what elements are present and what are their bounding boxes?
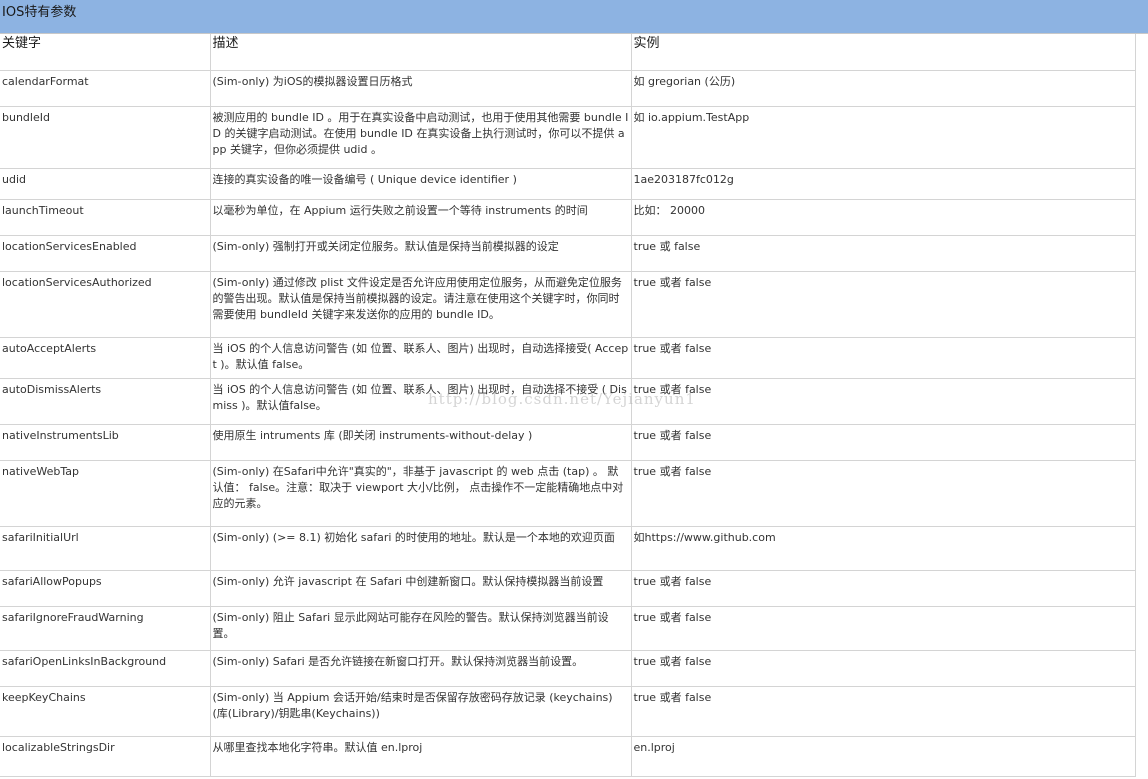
cell-description: (Sim-only) 通过修改 plist 文件设定是否允许应用使用定位服务，从… [210,271,632,338]
cell-description: (Sim-only) 允许 javascript 在 Safari 中创建新窗口… [210,570,632,607]
cell-keyword: keepKeyChains [0,686,211,737]
cell-keyword: safariOpenLinksInBackground [0,650,211,687]
column-header-description: 描述 [210,34,632,71]
cell-example: 比如： 20000 [631,199,1136,236]
cell-keyword: udid [0,168,211,200]
column-header-keyword: 关键字 [0,34,211,71]
table-header-row: 关键字 描述 实例 [0,34,1136,71]
table-row: locationServicesEnabled (Sim-only) 强制打开或关… [0,235,1136,272]
cell-description: (Sim-only) 当 Appium 会话开始/结束时是否保留存放密码存放记录… [210,686,632,737]
cell-example: 1ae203187fc012g [631,168,1136,200]
cell-keyword: autoDismissAlerts [0,378,211,425]
cell-keyword: bundleId [0,106,211,169]
cell-keyword: locationServicesEnabled [0,235,211,272]
cell-description: 连接的真实设备的唯一设备编号 ( Unique device identifie… [210,168,632,200]
cell-example: en.lproj [631,736,1136,777]
table-row: udid 连接的真实设备的唯一设备编号 ( Unique device ident… [0,168,1136,200]
table-row: bundleId 被测应用的 bundle ID 。用于在真实设备中启动测试，也用… [0,106,1136,169]
cell-keyword: safariAllowPopups [0,570,211,607]
table-row: nativeWebTap (Sim-only) 在Safari中允许"真实的"，非… [0,460,1136,527]
cell-description: 使用原生 intruments 库 (即关闭 instruments-witho… [210,424,632,461]
table-row: locationServicesAuthorized (Sim-only) 通过修… [0,271,1136,338]
cell-example: 如 io.appium.TestApp [631,106,1136,169]
cell-keyword: autoAcceptAlerts [0,337,211,379]
cell-description: 当 iOS 的个人信息访问警告 (如 位置、联系人、图片) 出现时，自动选择接受… [210,337,632,379]
cell-keyword: safariInitialUrl [0,526,211,571]
cell-keyword: calendarFormat [0,70,211,107]
table-row: autoAcceptAlerts 当 iOS 的个人信息访问警告 (如 位置、联系… [0,337,1136,379]
cell-example: true 或者 false [631,460,1136,527]
cell-description: (Sim-only) Safari 是否允许链接在新窗口打开。默认保持浏览器当前… [210,650,632,687]
cell-example: 如 gregorian (公历) [631,70,1136,107]
cell-keyword: localizableStringsDir [0,736,211,777]
cell-description: 从哪里查找本地化字符串。默认值 en.lproj [210,736,632,777]
table-row: safariInitialUrl (Sim-only) (>= 8.1) 初始化 … [0,526,1136,571]
cell-keyword: nativeWebTap [0,460,211,527]
parameters-table: 关键字 描述 实例 calendarFormat (Sim-only) 为iOS的… [0,34,1136,777]
cell-example: true 或者 false [631,378,1136,425]
table-row: localizableStringsDir 从哪里查找本地化字符串。默认值 en.… [0,736,1136,777]
cell-keyword: safariIgnoreFraudWarning [0,606,211,651]
cell-keyword: locationServicesAuthorized [0,271,211,338]
table-row: keepKeyChains (Sim-only) 当 Appium 会话开始/结束… [0,686,1136,737]
cell-description: (Sim-only) 阻止 Safari 显示此网站可能存在风险的警告。默认保持… [210,606,632,651]
table-row: nativeInstrumentsLib 使用原生 intruments 库 (即… [0,424,1136,461]
table-row: safariAllowPopups (Sim-only) 允许 javascrip… [0,570,1136,607]
cell-description: (Sim-only) 为iOS的模拟器设置日历格式 [210,70,632,107]
cell-example: 如https://www.github.com [631,526,1136,571]
cell-description: 以毫秒为单位，在 Appium 运行失败之前设置一个等待 instruments… [210,199,632,236]
cell-example: true 或者 false [631,424,1136,461]
table-row: autoDismissAlerts 当 iOS 的个人信息访问警告 (如 位置、联… [0,378,1136,425]
sheet-title-bar: IOS特有参数 [0,0,1148,34]
table-row: launchTimeout 以毫秒为单位，在 Appium 运行失败之前设置一个等… [0,199,1136,236]
table-row: safariOpenLinksInBackground (Sim-only) Sa… [0,650,1136,687]
cell-description: (Sim-only) (>= 8.1) 初始化 safari 的时使用的地址。默… [210,526,632,571]
table-row: safariIgnoreFraudWarning (Sim-only) 阻止 Sa… [0,606,1136,651]
cell-description: (Sim-only) 在Safari中允许"真实的"，非基于 javascrip… [210,460,632,527]
table-row: calendarFormat (Sim-only) 为iOS的模拟器设置日历格式如… [0,70,1136,107]
cell-example: true 或者 false [631,271,1136,338]
cell-keyword: nativeInstrumentsLib [0,424,211,461]
cell-example: true 或者 false [631,570,1136,607]
cell-example: true 或者 false [631,337,1136,379]
cell-example: true 或者 false [631,686,1136,737]
cell-keyword: launchTimeout [0,199,211,236]
cell-description: (Sim-only) 强制打开或关闭定位服务。默认值是保持当前模拟器的设定 [210,235,632,272]
cell-example: true 或者 false [631,650,1136,687]
cell-example: true 或者 false [631,606,1136,651]
column-header-example: 实例 [631,34,1136,71]
cell-example: true 或 false [631,235,1136,272]
cell-description: 当 iOS 的个人信息访问警告 (如 位置、联系人、图片) 出现时，自动选择不接… [210,378,632,425]
cell-description: 被测应用的 bundle ID 。用于在真实设备中启动测试，也用于使用其他需要 … [210,106,632,169]
sheet-title: IOS特有参数 [2,5,77,20]
